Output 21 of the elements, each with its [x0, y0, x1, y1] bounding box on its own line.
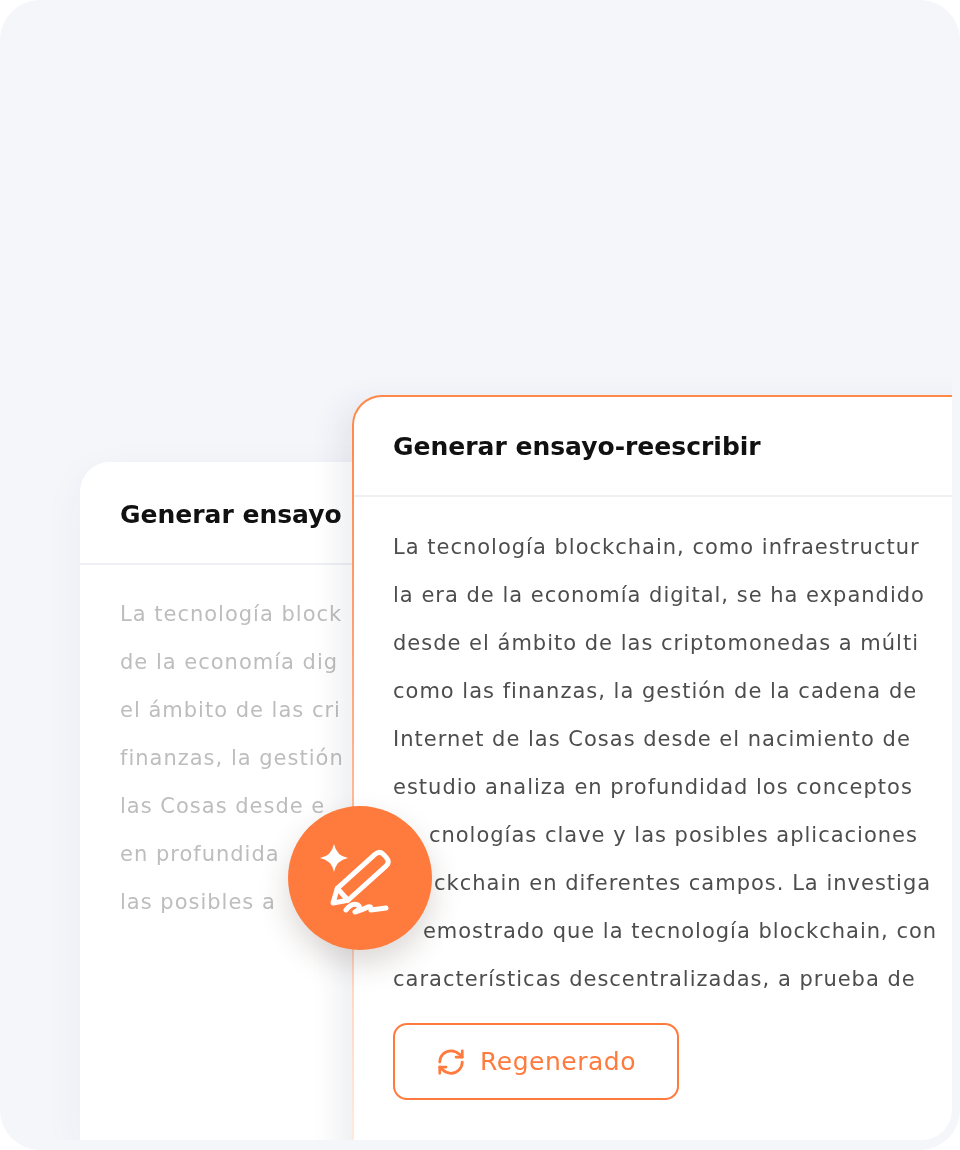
essay-text-line: las posibles a [120, 890, 276, 914]
essay-text-line: características descentralizadas, a prueba de [393, 967, 916, 991]
essay-text-line: La tecnología blockchain, como infraestructur [393, 535, 920, 559]
refresh-icon [436, 1046, 467, 1077]
essay-text-line: ckchain en diferentes campos. La investiga [434, 871, 932, 895]
essay-text-line: el ámbito de las cri [120, 698, 341, 722]
essay-text-line: en profundida [120, 842, 280, 866]
essay-text-line: la era de la economía digital, se ha expandido [393, 583, 925, 607]
essay-text-line: de la economía dig [120, 650, 339, 674]
essay-text-line: Internet de las Cosas desde el nacimiento de [393, 727, 911, 751]
essay-text-line: desde el ámbito de las criptomonedas a múlti [393, 631, 920, 655]
essay-text-line: como las finanzas, la gestión de la cadena de [393, 679, 918, 703]
essay-text-line: emostrado que la tecnología blockchain, con [422, 919, 938, 943]
essay-text-line: las Cosas desde e [120, 794, 326, 818]
card-title: Generar ensayo-reescribir [393, 432, 761, 462]
essay-text-line: La tecnología block [120, 602, 343, 626]
essay-text-line: finanzas, la gestión [120, 746, 344, 770]
card-title: Generar ensayo [120, 500, 342, 530]
regenerate-button[interactable]: Regenerado [393, 1023, 679, 1100]
essay-text-line: cnologías clave y las posibles aplicaciones [428, 823, 918, 847]
essay-text-line: estudio analiza en profundidad los conceptos [393, 775, 913, 799]
